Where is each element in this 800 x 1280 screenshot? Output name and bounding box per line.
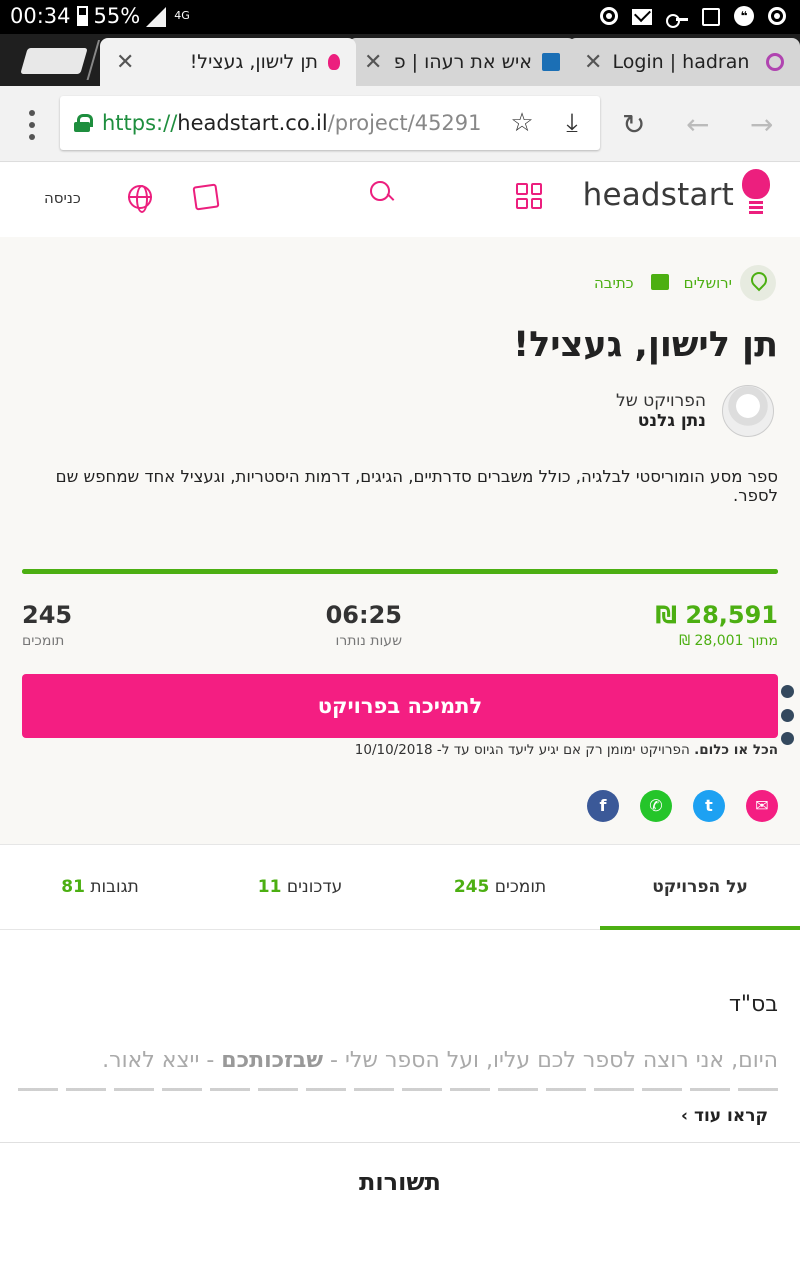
lock-icon xyxy=(74,114,93,132)
project-owner[interactable]: הפרויקט של נתן גלנט xyxy=(616,385,774,437)
project-hero: ירושלים כתיבה תן לישון, געציל! הפרויקט ש… xyxy=(0,237,800,844)
category-label: כתיבה xyxy=(594,274,634,292)
tab-title: איש את רעהו | פרו xyxy=(392,51,532,73)
tab-comments[interactable]: תגובות 81 xyxy=(0,845,200,929)
divider xyxy=(0,1142,800,1143)
story-fade xyxy=(18,1080,778,1094)
browser-tab-strip: ✕ Login | hadran - b ✕ איש את רעהו | פרו… xyxy=(0,34,800,86)
owner-label: הפרויקט של xyxy=(616,391,706,411)
bookmark-star-icon[interactable]: ☆ xyxy=(508,109,536,137)
share-facebook-icon[interactable]: f xyxy=(587,790,619,822)
tab-title: Login | hadran - b xyxy=(612,51,756,73)
language-globe-icon[interactable] xyxy=(128,185,152,213)
headstart-logo[interactable]: headstart xyxy=(583,169,772,221)
url-field[interactable]: https://headstart.co.il/project/45291 ☆ … xyxy=(60,96,600,150)
address-bar: https://headstart.co.il/project/45291 ☆ … xyxy=(0,86,800,162)
record-icon xyxy=(600,7,618,25)
logo-text: headstart xyxy=(582,177,734,213)
category-tag[interactable]: כתיבה xyxy=(594,265,672,301)
browser-tab-3[interactable]: ✕ Login | hadran - b xyxy=(568,38,800,86)
reload-icon[interactable]: ↻ xyxy=(622,108,645,141)
image-icon xyxy=(702,7,720,26)
backers-label: תומכים xyxy=(22,633,65,649)
raised-amount: 28,591 ₪ xyxy=(655,601,778,629)
signal-icon xyxy=(146,5,168,27)
site-favicon-icon xyxy=(542,53,560,71)
raised-stat: 28,591 ₪ מתוך 28,001 ₪ xyxy=(655,601,778,649)
project-title: תן לישון, געציל! xyxy=(513,325,778,365)
funding-progress-bar xyxy=(22,569,778,574)
project-story: בס"ד היום, אני רוצה לספר לכם עליו, ועל ה… xyxy=(0,930,800,1142)
url-text[interactable]: https://headstart.co.il/project/45291 xyxy=(102,111,486,135)
hours-left: 06:25 xyxy=(325,601,402,629)
forward-icon[interactable]: → xyxy=(750,108,773,141)
support-project-button[interactable]: לתמיכה בפרויקט xyxy=(22,674,778,738)
share-whatsapp-icon[interactable]: ✆ xyxy=(640,790,672,822)
project-meta: ירושלים כתיבה xyxy=(594,265,776,301)
hadran-favicon-icon xyxy=(766,53,784,71)
search-icon[interactable] xyxy=(370,181,396,207)
goal-amount: מתוך 28,001 ₪ xyxy=(679,633,778,649)
headstart-favicon-icon xyxy=(328,54,340,70)
all-or-nothing-note: הכל או כלום. הפרויקט ימומן רק אם יגיע לי… xyxy=(354,742,778,758)
lightbulb-icon xyxy=(740,169,772,221)
tab-backers[interactable]: תומכים 245 xyxy=(400,845,600,929)
browser-tab-active[interactable]: ✕ תן לישון, געציל! xyxy=(100,38,356,86)
more-options-icon[interactable] xyxy=(780,685,794,745)
chevron-left-icon: › xyxy=(681,1106,689,1126)
categories-grid-icon[interactable] xyxy=(516,183,542,209)
hours-label: שעות נותרו xyxy=(335,633,403,649)
close-tab-icon[interactable]: ✕ xyxy=(584,50,602,75)
tab-stack-icon[interactable] xyxy=(20,48,88,74)
close-tab-icon[interactable]: ✕ xyxy=(364,50,382,75)
close-tab-icon[interactable]: ✕ xyxy=(116,50,134,75)
tab-updates[interactable]: עדכונים 11 xyxy=(200,845,400,929)
battery-level: 55% xyxy=(93,4,141,28)
owner-name[interactable]: נתן גלנט xyxy=(616,411,706,431)
rewards-title: תשורות xyxy=(359,1168,441,1196)
backers-stat: 245 תומכים xyxy=(22,601,72,649)
back-icon[interactable]: ← xyxy=(686,108,709,141)
quote-icon: ❝ xyxy=(734,6,754,26)
status-bar: 00:34 55% 4G ❝ xyxy=(0,0,800,34)
location-pin-icon xyxy=(740,265,776,301)
battery-icon xyxy=(76,6,88,26)
project-description: ספר מסע הומוריסטי לבלגיה, כולל משברים סד… xyxy=(55,467,778,505)
network-type: 4G xyxy=(174,9,190,22)
browser-tab-2[interactable]: ✕ איש את רעהו | פרו xyxy=(348,38,576,86)
story-paragraph: היום, אני רוצה לספר לכם עליו, ועל הספר ש… xyxy=(102,1048,778,1073)
share-buttons: ✉ t ✆ f xyxy=(587,790,778,822)
typewriter-icon xyxy=(642,265,672,301)
record-icon-2 xyxy=(768,7,786,25)
project-tabs: על הפרויקט תומכים 245 עדכונים 11 תגובות … xyxy=(0,844,800,930)
read-more-link[interactable]: קראו עוד › xyxy=(681,1106,768,1126)
location-label: ירושלים xyxy=(683,274,732,292)
backers-count: 245 xyxy=(22,601,73,629)
hours-stat: 06:25 שעות נותרו xyxy=(326,601,402,649)
site-header: headstart כניסה xyxy=(0,163,800,237)
funding-progress-fill xyxy=(22,569,778,574)
story-heading: בס"ד xyxy=(728,992,778,1017)
login-link[interactable]: כניסה xyxy=(44,189,81,207)
tab-about[interactable]: על הפרויקט xyxy=(600,845,800,930)
menu-icon[interactable] xyxy=(24,110,40,140)
owner-avatar[interactable] xyxy=(722,385,774,437)
mail-icon xyxy=(632,9,652,25)
create-project-icon[interactable] xyxy=(192,183,220,211)
share-email-icon[interactable]: ✉ xyxy=(746,790,778,822)
clock: 00:34 xyxy=(10,4,71,28)
tab-title: תן לישון, געציל! xyxy=(189,51,318,73)
share-twitter-icon[interactable]: t xyxy=(693,790,725,822)
location-tag[interactable]: ירושלים xyxy=(684,265,776,301)
download-icon[interactable]: ⤓ xyxy=(558,109,586,137)
key-icon xyxy=(666,13,688,28)
